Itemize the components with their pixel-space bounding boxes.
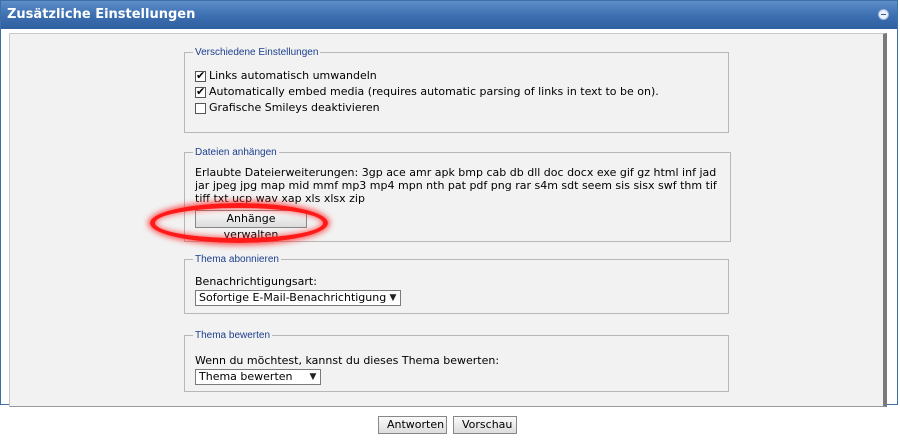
rate-label: Wenn du möchtest, kannst du dieses Thema… <box>195 354 500 367</box>
rate-select[interactable]: Thema bewerten ▼ <box>195 369 321 385</box>
rate-legend: Thema bewerten <box>195 330 271 341</box>
subscribe-legend: Thema abonnieren <box>195 254 279 265</box>
preview-button[interactable]: Vorschau <box>453 416 517 434</box>
misc-settings-fieldset: Verschiedene Einstellungen Links automat… <box>184 47 729 133</box>
option-embed-media[interactable]: Automatically embed media (requires auto… <box>195 84 718 100</box>
subscribe-fieldset: Thema abonnieren Benachrichtigungsart: S… <box>184 254 729 314</box>
chevron-down-icon: ▼ <box>389 293 397 303</box>
notification-type-select[interactable]: Sofortige E-Mail-Benachrichtigung ▼ <box>195 290 401 306</box>
rate-fieldset: Thema bewerten Wenn du möchtest, kannst … <box>184 330 729 392</box>
reply-button[interactable]: Antworten <box>378 416 447 434</box>
embed-media-label[interactable]: Automatically embed media (requires auto… <box>209 84 659 100</box>
auto-links-label[interactable]: Links automatisch umwandeln <box>209 68 377 84</box>
collapse-icon[interactable] <box>878 9 889 20</box>
panel-title: Zusätzliche Einstellungen <box>7 7 196 22</box>
disable-smileys-label[interactable]: Grafische Smileys deaktivieren <box>209 100 380 116</box>
misc-settings-legend: Verschiedene Einstellungen <box>195 47 319 58</box>
attachments-fieldset: Dateien anhängen Erlaubte Dateierweiteru… <box>184 147 731 242</box>
panel-header: Zusätzliche Einstellungen <box>1 1 897 29</box>
allowed-extensions-label: Erlaubte Dateierweiterungen: <box>195 166 359 179</box>
auto-links-checkbox[interactable] <box>195 69 206 83</box>
attachments-legend: Dateien anhängen <box>195 147 277 158</box>
allowed-extensions-text: Erlaubte Dateierweiterungen: 3gp ace amr… <box>195 166 720 205</box>
additional-settings-panel: Zusätzliche Einstellungen Verschiedene E… <box>0 0 898 407</box>
option-disable-smileys[interactable]: Grafische Smileys deaktivieren <box>195 100 718 116</box>
option-auto-links[interactable]: Links automatisch umwandeln <box>195 68 718 84</box>
notification-type-value: Sofortige E-Mail-Benachrichtigung <box>199 291 387 304</box>
notification-type-label: Benachrichtigungsart: <box>195 275 317 288</box>
embed-media-checkbox[interactable] <box>195 85 206 99</box>
chevron-down-icon: ▼ <box>309 372 317 382</box>
disable-smileys-checkbox[interactable] <box>195 102 206 114</box>
manage-attachments-button[interactable]: Anhänge verwalten <box>195 210 307 241</box>
rate-select-value: Thema bewerten <box>199 370 293 383</box>
panel-body: Verschiedene Einstellungen Links automat… <box>9 33 887 407</box>
